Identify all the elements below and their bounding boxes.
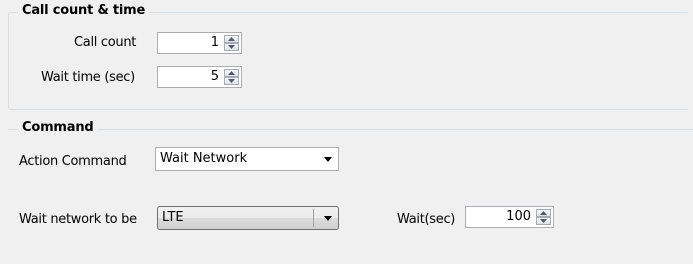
call-count-spin-buttons[interactable] — [224, 35, 239, 51]
wait-time-spinner[interactable]: 5 — [157, 66, 242, 88]
chevron-down-icon[interactable] — [324, 157, 332, 162]
wait-sec-spin-buttons[interactable] — [536, 209, 551, 225]
spin-down-icon[interactable] — [224, 43, 239, 51]
wait-network-label: Wait network to be — [19, 212, 137, 227]
spin-down-icon[interactable] — [224, 77, 239, 85]
call-count-value: 1 — [210, 35, 219, 50]
call-count-label: Call count — [74, 35, 137, 50]
wait-sec-label: Wait(sec) — [397, 212, 456, 227]
spin-up-icon[interactable] — [224, 35, 239, 43]
wait-time-spin-buttons[interactable] — [224, 69, 239, 85]
call-count-time-title: Call count & time — [18, 3, 150, 18]
wait-sec-spinner[interactable]: 100 — [465, 206, 554, 228]
action-command-label: Action Command — [19, 154, 127, 169]
action-command-dropdown[interactable]: Wait Network — [155, 147, 339, 171]
chevron-down-icon[interactable] — [324, 216, 332, 221]
call-count-time-group — [8, 12, 689, 110]
call-count-spinner[interactable]: 1 — [157, 32, 242, 54]
spin-down-icon[interactable] — [536, 217, 551, 225]
spin-up-icon[interactable] — [536, 209, 551, 217]
wait-time-value: 5 — [210, 69, 219, 84]
spin-up-icon[interactable] — [224, 69, 239, 77]
wait-network-dropdown[interactable]: LTE — [157, 206, 339, 230]
command-title: Command — [18, 120, 98, 135]
wait-network-value: LTE — [162, 210, 184, 225]
dropdown-separator — [313, 209, 314, 227]
command-group-border — [8, 129, 693, 130]
action-command-value: Wait Network — [160, 151, 248, 166]
wait-sec-value: 100 — [506, 209, 531, 224]
wait-time-label: Wait time (sec) — [41, 70, 135, 85]
